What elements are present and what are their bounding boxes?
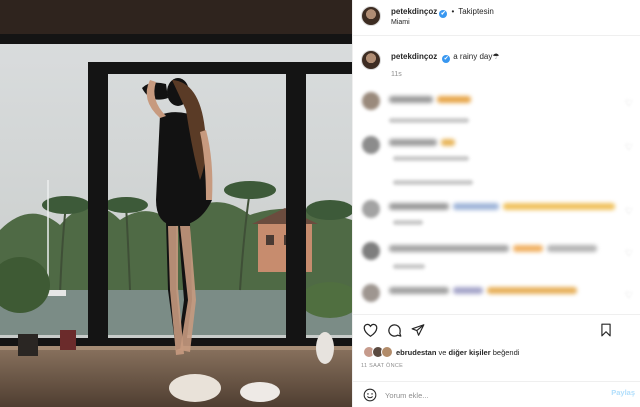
post-caption: petekdinçoz ✔ a rainy day☂ 11s: [353, 46, 640, 86]
caption-text: a rainy day☂: [453, 52, 500, 61]
action-bar: [353, 314, 640, 344]
commenter-avatar[interactable]: [362, 136, 380, 154]
commenter-avatar[interactable]: [362, 200, 380, 218]
post-comment-button[interactable]: Paylaş: [611, 388, 635, 397]
comment-like-icon[interactable]: ♡: [625, 98, 633, 109]
author-avatar[interactable]: [361, 6, 381, 26]
bookmark-icon[interactable]: [597, 321, 615, 339]
comment-like-icon[interactable]: ♡: [625, 206, 633, 217]
comment-icon[interactable]: [385, 321, 403, 339]
follow-status-button[interactable]: Takiptesin: [458, 7, 494, 16]
heart-icon[interactable]: [361, 321, 379, 339]
post-header: petekdinçoz ✔ • Takiptesin Miami: [353, 0, 640, 36]
caption-username[interactable]: petekdinçoz: [391, 52, 437, 61]
post-timestamp[interactable]: 11 SAAT ÖNCE: [361, 363, 403, 369]
comments-list[interactable]: ♡ ♡ ♡ ♡ ♡: [353, 86, 640, 310]
bullet-separator: •: [451, 7, 455, 16]
likes-connector: ve: [438, 348, 447, 357]
comment-like-icon[interactable]: ♡: [625, 290, 633, 301]
location-link[interactable]: Miami: [391, 19, 410, 26]
author-username[interactable]: petekdinçoz: [391, 7, 437, 16]
comment-like-icon[interactable]: ♡: [625, 248, 633, 259]
liker-avatar[interactable]: [381, 346, 393, 358]
caption-time: 11s: [391, 71, 402, 78]
liker-username[interactable]: ebrudestan: [396, 348, 436, 357]
comment-composer: Paylaş: [353, 381, 640, 407]
share-icon[interactable]: [409, 321, 427, 339]
post-sidebar: petekdinçoz ✔ • Takiptesin Miami petekdinç…: [352, 0, 640, 407]
caption-avatar[interactable]: [361, 50, 381, 70]
likes-verb: beğendi: [492, 348, 520, 357]
smiley-icon[interactable]: [363, 388, 377, 402]
commenter-avatar[interactable]: [362, 242, 380, 260]
likes-others-link[interactable]: diğer kişiler: [449, 348, 491, 357]
verified-icon: ✔: [439, 10, 448, 18]
comment-input[interactable]: [385, 389, 585, 401]
commenter-avatar[interactable]: [362, 284, 380, 302]
likes-row: ebrudestan ve diğer kişiler beğendi: [353, 344, 640, 360]
post-photo[interactable]: [0, 0, 352, 407]
comment-like-icon[interactable]: ♡: [625, 142, 633, 153]
verified-icon: ✔: [442, 55, 451, 63]
commenter-avatar[interactable]: [362, 92, 380, 110]
